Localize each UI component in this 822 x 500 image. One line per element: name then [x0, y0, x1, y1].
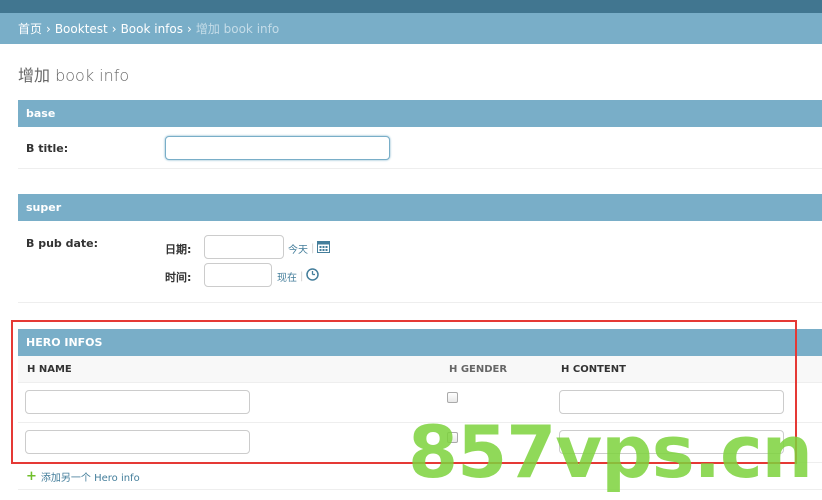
- h-content-input[interactable]: [559, 430, 784, 454]
- add-another-row[interactable]: + 添加另一个 Hero info: [18, 464, 822, 490]
- page-title: 增加 book info: [18, 66, 130, 85]
- h-name-input[interactable]: [25, 390, 250, 414]
- inline-row: [18, 383, 822, 423]
- date-shortcuts: 今天 |: [288, 240, 331, 256]
- date-input[interactable]: [204, 235, 284, 259]
- b-title-input[interactable]: [165, 136, 390, 160]
- breadcrumb-home[interactable]: 首页: [18, 20, 42, 37]
- calendar-icon[interactable]: [317, 240, 331, 256]
- today-link[interactable]: 今天: [288, 241, 308, 256]
- fieldset-header-base: base: [18, 100, 822, 127]
- add-another-hero-info-link[interactable]: 添加另一个 Hero info: [41, 469, 140, 484]
- breadcrumb-separator: ›: [187, 21, 192, 36]
- h-content-input[interactable]: [559, 390, 784, 414]
- b-title-label: B title:: [26, 142, 69, 155]
- h-name-input[interactable]: [25, 430, 250, 454]
- inline-row: [18, 423, 822, 463]
- breadcrumb-app[interactable]: Booktest: [55, 22, 108, 36]
- inline-header-hero-infos: HERO INFOS: [18, 329, 822, 356]
- time-shortcuts: 现在 |: [277, 268, 320, 284]
- h-gender-checkbox[interactable]: [447, 392, 458, 403]
- form-row-b-title: B title:: [18, 127, 822, 169]
- shortcut-divider: |: [311, 242, 315, 254]
- form-row-b-pub-date: B pub date: 日期: 今天 | 时间: 现在 |: [18, 221, 822, 303]
- breadcrumb: 首页 › Booktest › Book infos › 增加 book inf…: [0, 13, 822, 44]
- clock-icon[interactable]: [306, 268, 320, 284]
- now-link[interactable]: 现在: [277, 269, 297, 284]
- inline-column-headers: H NAME H GENDER H CONTENT: [18, 356, 822, 383]
- shortcut-divider: |: [300, 270, 304, 282]
- time-label: 时间:: [165, 271, 192, 284]
- breadcrumb-model[interactable]: Book infos: [121, 22, 183, 36]
- top-header-bar: [0, 0, 822, 13]
- column-header-h-name: H NAME: [27, 364, 72, 375]
- time-input[interactable]: [204, 263, 272, 287]
- breadcrumb-separator: ›: [111, 21, 117, 36]
- plus-icon: +: [26, 469, 37, 484]
- breadcrumb-separator: ›: [46, 21, 51, 36]
- fieldset-header-super: super: [18, 194, 822, 221]
- h-gender-checkbox[interactable]: [447, 432, 458, 443]
- column-header-h-gender: H GENDER: [449, 364, 508, 375]
- breadcrumb-current: 增加 book info: [195, 22, 280, 36]
- column-header-h-content: H CONTENT: [561, 364, 626, 375]
- b-pub-date-label: B pub date:: [26, 237, 99, 250]
- date-label: 日期:: [165, 243, 192, 256]
